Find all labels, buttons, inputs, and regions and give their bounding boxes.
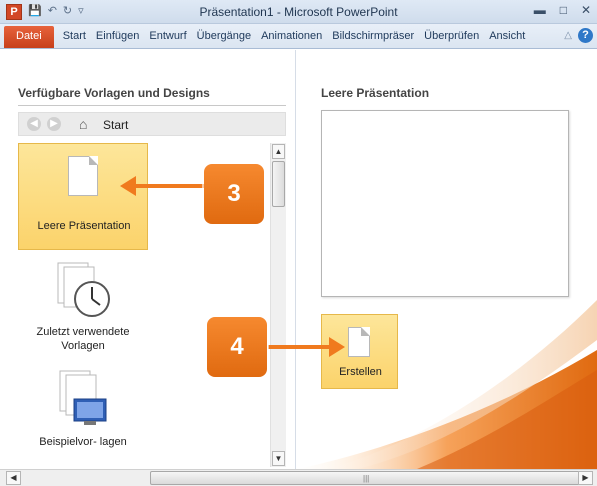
title-bar: P 💾 ↶ ↻ ▿ Präsentation1 - Microsoft Powe… bbox=[0, 0, 597, 24]
breadcrumb: ◀ ▶ ⌂ Start bbox=[18, 112, 286, 136]
breadcrumb-start[interactable]: Start bbox=[103, 118, 128, 132]
tab-uebergaenge[interactable]: Übergänge bbox=[192, 26, 256, 48]
tab-einfuegen[interactable]: Einfügen bbox=[91, 26, 144, 48]
minimize-icon[interactable]: ▬ bbox=[534, 3, 546, 17]
templates-pane: Verfügbare Vorlagen und Designs ◀ ▶ ⌂ St… bbox=[0, 50, 296, 486]
horizontal-scrollbar[interactable]: ◀ ||| ▶ bbox=[0, 469, 597, 486]
restore-icon[interactable]: □ bbox=[560, 3, 567, 17]
presentation-preview bbox=[321, 110, 569, 297]
create-button-label: Erstellen bbox=[339, 366, 382, 378]
minimize-ribbon-icon[interactable]: △ bbox=[564, 30, 572, 41]
tile-label: Beispielvor- lagen bbox=[39, 436, 127, 448]
callout-4: 4 bbox=[207, 317, 267, 377]
preview-title: Leere Präsentation bbox=[321, 86, 430, 100]
ribbon-tabs: Datei Start Einfügen Entwurf Übergänge A… bbox=[0, 24, 597, 49]
help-icon[interactable]: ? bbox=[578, 28, 593, 43]
scroll-thumb[interactable] bbox=[272, 161, 285, 207]
scroll-up-icon[interactable]: ▲ bbox=[272, 144, 285, 159]
new-document-icon bbox=[348, 327, 370, 357]
template-tile-recent[interactable]: Zuletzt verwendete Vorlagen bbox=[18, 257, 148, 357]
back-arrow-icon[interactable]: ◀ bbox=[27, 117, 41, 131]
scroll-thumb-horizontal[interactable]: ||| bbox=[150, 471, 582, 485]
tab-ansicht[interactable]: Ansicht bbox=[484, 26, 530, 48]
template-tile-samples[interactable]: Beispielvor- lagen bbox=[18, 365, 148, 457]
home-icon[interactable]: ⌂ bbox=[79, 116, 87, 132]
template-tile-blank[interactable]: Leere Präsentation bbox=[18, 143, 148, 250]
grip-icon: ||| bbox=[363, 474, 370, 483]
scroll-down-icon[interactable]: ▼ bbox=[272, 451, 285, 466]
tab-start[interactable]: Start bbox=[58, 26, 91, 48]
recent-templates-clock-icon bbox=[57, 262, 110, 317]
tab-entwurf[interactable]: Entwurf bbox=[144, 26, 191, 48]
tab-animationen[interactable]: Animationen bbox=[256, 26, 327, 48]
callout-3: 3 bbox=[204, 164, 264, 224]
sample-templates-icon bbox=[59, 370, 107, 425]
blank-document-icon bbox=[68, 156, 98, 196]
tab-ueberpruefen[interactable]: Überprüfen bbox=[419, 26, 484, 48]
window-title: Präsentation1 - Microsoft PowerPoint bbox=[199, 5, 398, 19]
create-button[interactable]: Erstellen bbox=[321, 314, 398, 389]
scroll-right-icon[interactable]: ▶ bbox=[578, 471, 593, 485]
preview-pane: Leere Präsentation Erstellen bbox=[297, 50, 597, 469]
tile-label: Leere Präsentation bbox=[37, 220, 131, 232]
tab-bildschirmpraesentation[interactable]: Bildschirmpräser bbox=[327, 26, 419, 48]
forward-arrow-icon[interactable]: ▶ bbox=[47, 117, 61, 131]
templates-section-title: Verfügbare Vorlagen und Designs bbox=[18, 86, 210, 100]
window-controls: ▬ □ ✕ bbox=[534, 3, 591, 17]
divider bbox=[18, 105, 286, 106]
tab-datei[interactable]: Datei bbox=[4, 26, 54, 48]
scroll-left-icon[interactable]: ◀ bbox=[6, 471, 21, 485]
vertical-scrollbar[interactable]: ▲ ▼ bbox=[270, 143, 286, 467]
tile-label: Zuletzt verwendete Vorlagen bbox=[36, 326, 130, 352]
close-icon[interactable]: ✕ bbox=[581, 3, 591, 17]
